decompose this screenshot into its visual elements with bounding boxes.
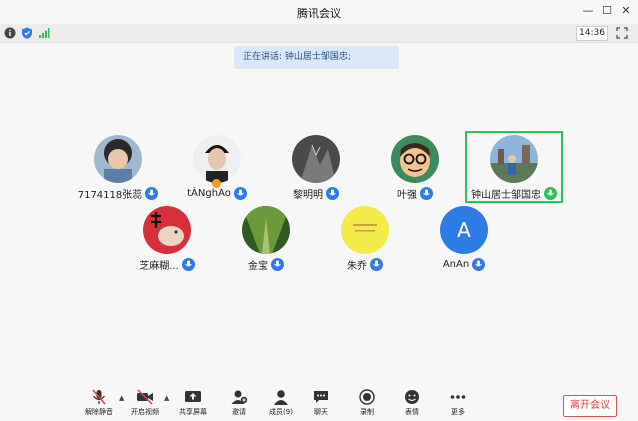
avatar bbox=[292, 135, 340, 183]
meeting-toolbar: 解除静音 ▲ 开启视频 ▲ 共享屏幕 邀请 成员(9) 聊天 录制 表情 更多 bbox=[0, 383, 638, 421]
close-button[interactable]: ✕ bbox=[618, 3, 634, 19]
participant-tile[interactable]: 黎明明 bbox=[266, 133, 366, 213]
maximize-button[interactable]: ☐ bbox=[599, 3, 615, 19]
meeting-time: 14:36 bbox=[576, 26, 608, 41]
window-title: 腾讯会议 bbox=[297, 7, 341, 20]
participant-name: 黎明明 bbox=[293, 189, 323, 201]
participant-tile[interactable]: 金宝 bbox=[216, 204, 316, 284]
chat-label: 聊天 bbox=[314, 408, 328, 416]
title-bar: 腾讯会议 — ☐ ✕ bbox=[0, 0, 638, 24]
microphone-muted-icon bbox=[92, 389, 106, 405]
microphone-icon bbox=[420, 186, 433, 200]
minimize-button[interactable]: — bbox=[580, 3, 596, 19]
avatar bbox=[193, 135, 241, 183]
unmute-button[interactable]: 解除静音 bbox=[81, 389, 117, 421]
participant-tile[interactable]: 叶强 bbox=[365, 133, 465, 213]
members-icon bbox=[274, 390, 288, 405]
microphone-icon bbox=[370, 257, 383, 271]
unmute-label: 解除静音 bbox=[85, 408, 113, 416]
chat-button[interactable]: 聊天 bbox=[303, 389, 339, 421]
emoji-icon bbox=[405, 390, 419, 404]
record-button[interactable]: 录制 bbox=[349, 389, 385, 421]
members-button[interactable]: 成员(9) bbox=[263, 389, 299, 421]
start-video-label: 开启视频 bbox=[131, 408, 159, 416]
camera-off-icon bbox=[137, 389, 153, 405]
avatar bbox=[490, 135, 538, 183]
signal-icon[interactable] bbox=[38, 27, 50, 39]
avatar bbox=[242, 206, 290, 254]
mic-options-caret[interactable]: ▲ bbox=[119, 394, 124, 402]
share-screen-label: 共享屏幕 bbox=[179, 408, 207, 416]
add-user-icon bbox=[231, 390, 248, 404]
microphone-icon bbox=[181, 257, 195, 271]
avatar bbox=[94, 135, 142, 183]
reaction-button[interactable]: 表情 bbox=[394, 389, 430, 421]
video-options-caret[interactable]: ▲ bbox=[164, 394, 169, 402]
info-icon[interactable] bbox=[4, 27, 16, 39]
microphone-icon bbox=[271, 257, 284, 271]
avatar: A bbox=[440, 206, 488, 254]
share-screen-icon bbox=[185, 391, 201, 402]
participant-name: 朱乔 bbox=[347, 260, 367, 272]
members-label: 成员(9) bbox=[269, 408, 293, 416]
leave-meeting-button[interactable]: 离开会议 bbox=[563, 395, 617, 417]
participant-tile[interactable]: 7174118张蕊 bbox=[68, 133, 168, 213]
participant-name: 叶强 bbox=[397, 189, 417, 201]
microphone-icon bbox=[233, 186, 247, 200]
participant-tile[interactable]: 芝麻糊... bbox=[117, 204, 217, 284]
microphone-icon bbox=[145, 186, 159, 200]
microphone-active-icon bbox=[544, 186, 557, 200]
fullscreen-icon[interactable] bbox=[616, 27, 628, 39]
more-button[interactable]: 更多 bbox=[440, 389, 476, 421]
record-label: 录制 bbox=[360, 408, 374, 416]
microphone-icon bbox=[472, 257, 486, 271]
avatar bbox=[341, 206, 389, 254]
participant-tile[interactable]: A AnAn bbox=[414, 204, 514, 284]
participant-tile[interactable]: tÀNghAo bbox=[167, 133, 267, 213]
avatar bbox=[391, 135, 439, 183]
more-label: 更多 bbox=[451, 408, 465, 416]
invite-label: 邀请 bbox=[232, 408, 246, 416]
participant-name: 钟山居士邹国忠 bbox=[471, 189, 541, 201]
record-icon bbox=[359, 389, 375, 405]
avatar-letter: A bbox=[457, 218, 471, 242]
chat-icon bbox=[314, 391, 328, 403]
microphone-icon bbox=[326, 186, 339, 200]
more-icon bbox=[450, 395, 466, 399]
participant-tile[interactable]: 朱乔 bbox=[315, 204, 415, 284]
invite-button[interactable]: 邀请 bbox=[221, 389, 257, 421]
reaction-label: 表情 bbox=[405, 408, 419, 416]
participant-name: 金宝 bbox=[248, 260, 268, 272]
participant-name: AnAn bbox=[442, 258, 470, 270]
participant-name: 7174118张蕊 bbox=[77, 189, 143, 201]
participant-name: tÀNghAo bbox=[187, 187, 231, 199]
share-screen-button[interactable]: 共享屏幕 bbox=[175, 389, 211, 421]
participant-name: 芝麻糊... bbox=[139, 260, 179, 272]
avatar bbox=[143, 206, 191, 254]
participant-tile-active[interactable]: 钟山居士邹国忠 bbox=[464, 133, 564, 213]
shield-icon[interactable] bbox=[21, 27, 33, 39]
start-video-button[interactable]: 开启视频 bbox=[127, 389, 163, 421]
status-bar: 14:36 bbox=[0, 24, 638, 43]
speaking-banner: 正在讲话: 钟山居士邹国忠; bbox=[234, 46, 399, 69]
